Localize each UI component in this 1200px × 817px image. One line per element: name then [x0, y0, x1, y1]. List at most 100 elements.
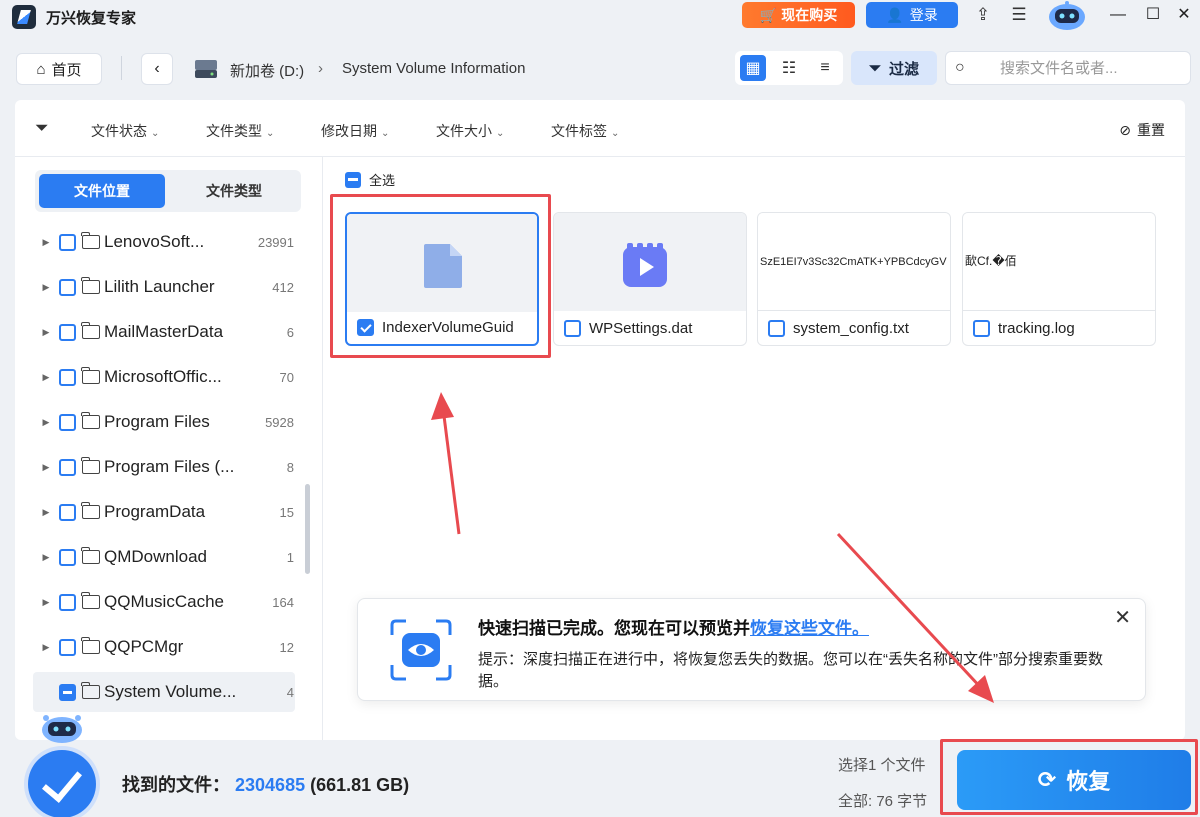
breadcrumb-drive[interactable]: 新加卷 (D:) [230, 60, 304, 81]
checkbox[interactable] [59, 458, 76, 476]
file-card[interactable]: SzE1EI7v3Sc32CmATK+YPBCdcyGV system_conf… [757, 212, 951, 346]
funnel-icon: ⏷ [35, 118, 49, 137]
file-name: system_config.txt [793, 320, 909, 337]
chevron-left-icon: ‹ [154, 60, 160, 77]
tree-item[interactable]: ▶ Program Files (... 8 [33, 447, 295, 487]
expand-arrow-icon[interactable]: ▶ [33, 372, 59, 383]
breadcrumb-current[interactable]: System Volume Information [342, 60, 525, 77]
detail-list-view-icon[interactable]: ☷ [776, 55, 802, 81]
divider [121, 56, 122, 80]
annotation-highlight-box [330, 194, 551, 358]
filter-modified-date[interactable]: 修改日期 ⌄ [321, 121, 389, 141]
tree-item-count: 12 [279, 639, 294, 655]
expand-arrow-icon[interactable]: ▶ [33, 237, 59, 248]
tree-item[interactable]: ▶ MailMasterData 6 [33, 312, 295, 352]
tree-item-name: QMDownload [104, 547, 207, 566]
tree-item[interactable]: ▶ QQMusicCache 164 [33, 582, 295, 622]
tree-item[interactable]: ▶ ProgramData 15 [33, 492, 295, 532]
tree-item[interactable]: ▶ MicrosoftOffic... 70 [33, 357, 295, 397]
search-box: ○ [945, 51, 1191, 85]
checkbox[interactable] [59, 233, 76, 251]
reset-button[interactable]: ⊘ 重置 [1119, 120, 1165, 140]
expand-arrow-icon[interactable]: ▶ [33, 462, 59, 473]
filter-label: 文件标签 [551, 123, 607, 139]
back-button[interactable]: ‹ [141, 53, 173, 85]
found-size: (661.81 GB) [310, 775, 410, 795]
sidebar-tabs: 文件位置 文件类型 [35, 170, 301, 212]
video-file-icon [623, 243, 667, 287]
folder-icon [81, 592, 100, 609]
select-all-checkbox[interactable] [345, 171, 361, 188]
search-icon: ○ [955, 59, 965, 76]
file-checkbox[interactable] [973, 320, 990, 337]
folder-icon [81, 637, 100, 654]
expand-arrow-icon[interactable]: ▶ [33, 327, 59, 338]
list-view-icon[interactable]: ≡ [812, 55, 838, 81]
expand-arrow-icon[interactable]: ▶ [33, 552, 59, 563]
tree-item-count: 15 [279, 504, 294, 520]
select-all[interactable]: 全选 [345, 170, 395, 189]
expand-arrow-icon[interactable]: ▶ [33, 597, 59, 608]
sidebar-scrollbar[interactable] [305, 484, 310, 574]
login-button[interactable]: 👤 登录 [866, 2, 958, 28]
reset-label: 重置 [1137, 122, 1165, 138]
home-button[interactable]: ⌂ 首页 [16, 53, 102, 85]
search-input[interactable] [1000, 56, 1180, 80]
filter-label: 过滤 [889, 60, 920, 78]
tab-file-type[interactable]: 文件类型 [171, 174, 297, 208]
robot-mascot-icon[interactable] [1042, 0, 1092, 32]
share-icon[interactable]: ⇪ [972, 4, 994, 26]
tree-item[interactable]: ▶ Program Files 5928 [33, 402, 295, 442]
expand-arrow-icon[interactable]: ▶ [33, 507, 59, 518]
checkbox[interactable] [59, 278, 76, 296]
folder-icon [81, 547, 100, 564]
tree-item[interactable]: ▶ QQPCMgr 12 [33, 627, 295, 667]
checkbox[interactable] [59, 548, 76, 566]
expand-arrow-icon[interactable]: ▶ [33, 642, 59, 653]
minimize-icon[interactable]: — [1106, 4, 1130, 26]
home-icon: ⌂ [36, 60, 46, 78]
checkbox[interactable] [59, 593, 76, 611]
tree-item[interactable]: ▶ Lilith Launcher 412 [33, 267, 295, 307]
checkbox-partial[interactable] [59, 683, 76, 701]
filter-file-tag[interactable]: 文件标签 ⌄ [551, 121, 619, 141]
tree-item-count: 23991 [257, 234, 294, 250]
filter-file-status[interactable]: 文件状态 ⌄ [91, 121, 159, 141]
checkbox[interactable] [59, 503, 76, 521]
close-icon[interactable]: ✕ [1114, 605, 1131, 630]
filter-label: 文件大小 [436, 123, 492, 139]
file-checkbox[interactable] [768, 320, 785, 337]
checkbox[interactable] [59, 368, 76, 386]
tree-item[interactable]: ▶ LenovoSoft... 23991 [33, 222, 295, 262]
robot-mascot-icon[interactable] [36, 710, 88, 744]
scan-complete-check-icon [28, 750, 96, 817]
checkbox[interactable] [59, 323, 76, 341]
tree-item-count: 8 [286, 459, 294, 475]
navigation-bar: ⌂ 首页 ‹ 新加卷 (D:) › System Volume Informat… [0, 40, 1200, 96]
checkbox[interactable] [59, 413, 76, 431]
file-card[interactable]: 歃Cf.�佰 tracking.log [962, 212, 1156, 346]
filter-file-size[interactable]: 文件大小 ⌄ [436, 121, 504, 141]
tree-item-selected[interactable]: System Volume... 4 [33, 672, 295, 712]
found-count: 2304685 [235, 775, 306, 795]
tree-item-count: 70 [279, 369, 294, 385]
filter-button[interactable]: ⏷ 过滤 [851, 51, 937, 85]
grid-view-icon[interactable]: ▦ [740, 55, 766, 81]
tree-item[interactable]: ▶ QMDownload 1 [33, 537, 295, 577]
scan-complete-notice: 快速扫描已完成。您现在可以预览并恢复这些文件。 提示：深度扫描正在进行中，将恢复… [357, 598, 1146, 701]
file-name: WPSettings.dat [589, 320, 693, 337]
file-checkbox[interactable] [564, 320, 581, 337]
folder-icon [81, 367, 100, 384]
tab-file-location[interactable]: 文件位置 [39, 174, 165, 208]
buy-now-button[interactable]: 🛒 现在购买 [742, 2, 855, 28]
menu-list-icon[interactable]: ☰ [1008, 4, 1030, 26]
expand-arrow-icon[interactable]: ▶ [33, 282, 59, 293]
maximize-icon[interactable]: ☐ [1141, 4, 1165, 26]
checkbox[interactable] [59, 638, 76, 656]
file-card[interactable]: WPSettings.dat [553, 212, 747, 346]
filter-file-type[interactable]: 文件类型 ⌄ [206, 121, 274, 141]
recover-files-link[interactable]: 恢复这些文件。 [750, 619, 869, 638]
close-window-icon[interactable]: ✕ [1172, 4, 1196, 26]
expand-arrow-icon[interactable]: ▶ [33, 417, 59, 428]
chevron-down-icon: ⌄ [266, 128, 275, 139]
